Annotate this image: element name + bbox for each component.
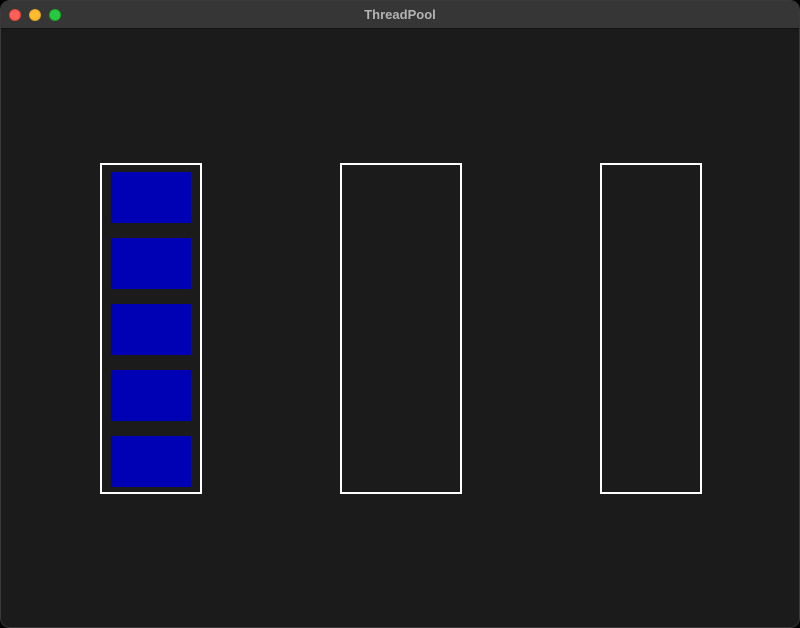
window-title: ThreadPool bbox=[364, 7, 436, 22]
task-block bbox=[111, 436, 191, 487]
thread-column bbox=[600, 163, 702, 494]
task-block bbox=[111, 370, 191, 421]
thread-column bbox=[340, 163, 462, 494]
task-block bbox=[111, 304, 191, 355]
app-window: ThreadPool bbox=[0, 0, 800, 628]
title-bar[interactable]: ThreadPool bbox=[1, 1, 799, 29]
thread-column bbox=[100, 163, 202, 494]
canvas-area bbox=[1, 29, 799, 627]
task-block bbox=[111, 238, 191, 289]
task-block bbox=[111, 172, 191, 223]
